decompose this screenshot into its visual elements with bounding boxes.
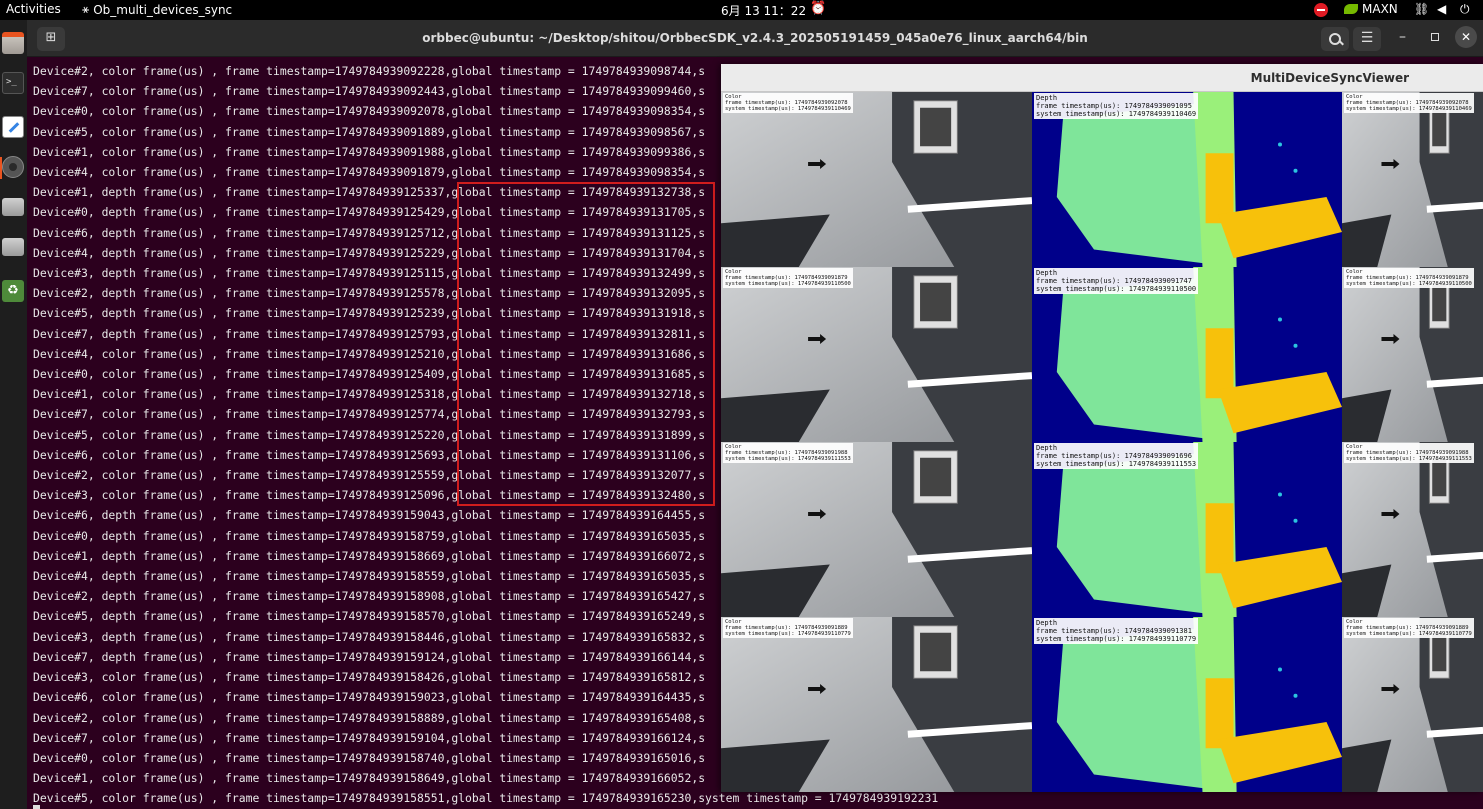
drive-icon[interactable] bbox=[2, 238, 24, 256]
overlay-line: system timestamp(us): 1749784939110779 bbox=[1346, 631, 1472, 637]
viewer-image-grid: Color frame timestamp(us): 17497849390920… bbox=[721, 92, 1483, 792]
color-stream-view: Color frame timestamp(us): 17497849390920… bbox=[1342, 92, 1483, 267]
hamburger-menu-button[interactable]: ☰ bbox=[1353, 27, 1381, 51]
color-stream-view: Color frame timestamp(us): 17497849390919… bbox=[721, 442, 1032, 617]
minimize-button[interactable]: – bbox=[1399, 29, 1406, 45]
frame-info-overlay: Color frame timestamp(us): 17497849390919… bbox=[723, 443, 853, 463]
clock[interactable]: 6月 13 11：22 bbox=[721, 2, 806, 19]
terminal-header-bar: ⊞ orbbec@ubuntu: ~/Desktop/shitou/Orbbec… bbox=[27, 20, 1483, 57]
overlay-line: system timestamp(us): 1749784939110500 bbox=[1346, 281, 1472, 287]
frame-info-overlay: Depth frame timestamp(us): 17497849390910… bbox=[1034, 93, 1199, 119]
settings-app-icon[interactable] bbox=[2, 156, 24, 178]
frame-info-overlay: Color frame timestamp(us): 17497849390919… bbox=[1344, 443, 1474, 463]
nvidia-power-mode[interactable]: MAXN bbox=[1344, 2, 1398, 16]
overlay-line: system timestamp(us): 1749784939111553 bbox=[1036, 460, 1197, 468]
viewer-title: MultiDeviceSyncViewer bbox=[1250, 71, 1409, 85]
overlay-line: system timestamp(us): 1749784939110469 bbox=[725, 106, 851, 112]
frame-info-overlay: Color frame timestamp(us): 17497849390918… bbox=[723, 268, 853, 288]
color-stream-view: Color frame timestamp(us): 17497849390918… bbox=[1342, 617, 1483, 792]
overlay-line: frame timestamp(us): 1749784939091381 bbox=[1036, 627, 1192, 635]
top-bar: Activities ⚹ Ob_multi_devices_sync 6月 13… bbox=[0, 0, 1483, 20]
color-stream-view: Color frame timestamp(us): 17497849390918… bbox=[1342, 267, 1483, 442]
terminal-app-icon[interactable]: >_ bbox=[2, 72, 24, 94]
frame-info-overlay: Color frame timestamp(us): 17497849390920… bbox=[1344, 93, 1474, 113]
drive-icon[interactable] bbox=[2, 198, 24, 216]
depth-stream-view: Depth frame timestamp(us): 17497849390917… bbox=[1032, 267, 1342, 442]
depth-stream-view: Depth frame timestamp(us): 17497849390910… bbox=[1032, 92, 1342, 267]
overlay-line: system timestamp(us): 1749784939110779 bbox=[725, 631, 851, 637]
frame-info-overlay: Color frame timestamp(us): 17497849390920… bbox=[723, 93, 853, 113]
alarm-icon: ⏰ bbox=[810, 1, 827, 16]
overlay-line: frame timestamp(us): 1749784939091747 bbox=[1036, 277, 1192, 285]
color-stream-view: Color frame timestamp(us): 17497849390918… bbox=[721, 267, 1032, 442]
multi-device-sync-viewer-window[interactable]: MultiDeviceSyncViewer Color frame timesta… bbox=[721, 64, 1483, 792]
frame-info-overlay: Color frame timestamp(us): 17497849390918… bbox=[1344, 618, 1474, 638]
trash-icon[interactable]: ♻ bbox=[2, 280, 24, 302]
network-icon[interactable]: ⛓ bbox=[1414, 2, 1429, 16]
overlay-line: frame timestamp(us): 1749784939091095 bbox=[1036, 102, 1192, 110]
terminal-cursor bbox=[33, 805, 40, 809]
overlay-line: frame timestamp(us): 1749784939091696 bbox=[1036, 452, 1192, 460]
close-button[interactable]: ✕ bbox=[1455, 26, 1477, 48]
frame-info-overlay: Depth frame timestamp(us): 17497849390916… bbox=[1034, 443, 1199, 469]
power-icon[interactable]: ⏻ bbox=[1460, 2, 1470, 17]
overlay-line: Depth bbox=[1036, 619, 1058, 627]
overlay-line: system timestamp(us): 1749784939110469 bbox=[1036, 110, 1197, 118]
app-menu[interactable]: ⚹ Ob_multi_devices_sync bbox=[82, 2, 232, 17]
overlay-line: system timestamp(us): 1749784939110779 bbox=[1036, 635, 1197, 643]
frame-info-overlay: Color frame timestamp(us): 17497849390918… bbox=[1344, 268, 1474, 288]
dock: >_ ♻ bbox=[0, 20, 27, 809]
frame-info-overlay: Color frame timestamp(us): 17497849390918… bbox=[723, 618, 853, 638]
frame-info-overlay: Depth frame timestamp(us): 17497849390913… bbox=[1034, 618, 1199, 644]
activities-button[interactable]: Activities bbox=[6, 2, 61, 16]
terminal-title: orbbec@ubuntu: ~/Desktop/shitou/OrbbecSD… bbox=[422, 31, 1088, 45]
overlay-line: system timestamp(us): 1749784939111553 bbox=[725, 456, 851, 462]
overlay-line: system timestamp(us): 1749784939110500 bbox=[725, 281, 851, 287]
highlight-annotation-box bbox=[457, 182, 715, 506]
overlay-line: system timestamp(us): 1749784939111553 bbox=[1346, 456, 1472, 462]
viewer-title-bar[interactable]: MultiDeviceSyncViewer bbox=[721, 64, 1483, 92]
volume-icon[interactable]: ◀ bbox=[1437, 2, 1446, 16]
app-name: Ob_multi_devices_sync bbox=[93, 2, 233, 17]
power-mode-label: MAXN bbox=[1362, 2, 1398, 16]
color-stream-view: Color frame timestamp(us): 17497849390919… bbox=[1342, 442, 1483, 617]
files-app-icon[interactable] bbox=[2, 32, 24, 54]
color-stream-view: Color frame timestamp(us): 17497849390920… bbox=[721, 92, 1032, 267]
depth-stream-view: Depth frame timestamp(us): 17497849390916… bbox=[1032, 442, 1342, 617]
overlay-line: system timestamp(us): 1749784939110469 bbox=[1346, 106, 1472, 112]
app-icon: ⚹ bbox=[82, 2, 90, 16]
search-button[interactable] bbox=[1321, 27, 1349, 51]
maximize-button[interactable] bbox=[1431, 33, 1439, 41]
text-editor-app-icon[interactable] bbox=[2, 116, 24, 138]
overlay-line: system timestamp(us): 1749784939110500 bbox=[1036, 285, 1197, 293]
frame-info-overlay: Depth frame timestamp(us): 17497849390917… bbox=[1034, 268, 1199, 294]
overlay-line: Depth bbox=[1036, 94, 1058, 102]
nvidia-icon bbox=[1344, 4, 1358, 14]
depth-stream-view: Depth frame timestamp(us): 17497849390913… bbox=[1032, 617, 1342, 792]
color-stream-view: Color frame timestamp(us): 17497849390918… bbox=[721, 617, 1032, 792]
do-not-disturb-icon[interactable] bbox=[1314, 3, 1328, 17]
overlay-line: Depth bbox=[1036, 269, 1058, 277]
overlay-line: Depth bbox=[1036, 444, 1058, 452]
